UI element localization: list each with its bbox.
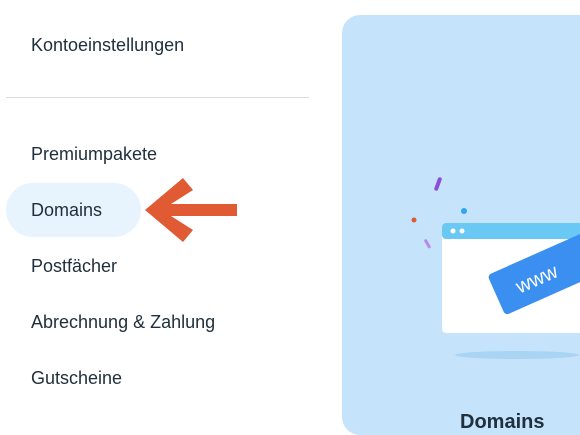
- card-title: Domains: [460, 411, 545, 433]
- sidebar-item-label: Postfächer: [31, 255, 118, 276]
- sidebar-item-label: Domains: [31, 199, 103, 220]
- sidebar-divider: [6, 97, 309, 98]
- sidebar-item-premiumpakete[interactable]: Premiumpakete: [6, 127, 286, 181]
- sidebar-item-kontoeinstellungen[interactable]: Kontoeinstellungen: [6, 18, 286, 72]
- sidebar-item-gutscheine[interactable]: Gutscheine: [6, 351, 286, 405]
- sidebar-item-label: Kontoeinstellungen: [31, 34, 185, 55]
- domain-illustration: www: [411, 177, 580, 359]
- domains-promo-card: www Domains: [342, 15, 580, 435]
- sidebar-item-label: Gutscheine: [31, 367, 123, 388]
- sidebar-item-postfaecher[interactable]: Postfächer: [6, 239, 286, 293]
- sidebar-item-label: Premiumpakete: [31, 143, 158, 164]
- sidebar-item-abrechnung-zahlung[interactable]: Abrechnung & Zahlung: [6, 295, 286, 349]
- sidebar-item-label: Abrechnung & Zahlung: [31, 311, 216, 332]
- sidebar-item-domains[interactable]: Domains: [6, 183, 141, 237]
- arrow-left-icon: [145, 178, 237, 242]
